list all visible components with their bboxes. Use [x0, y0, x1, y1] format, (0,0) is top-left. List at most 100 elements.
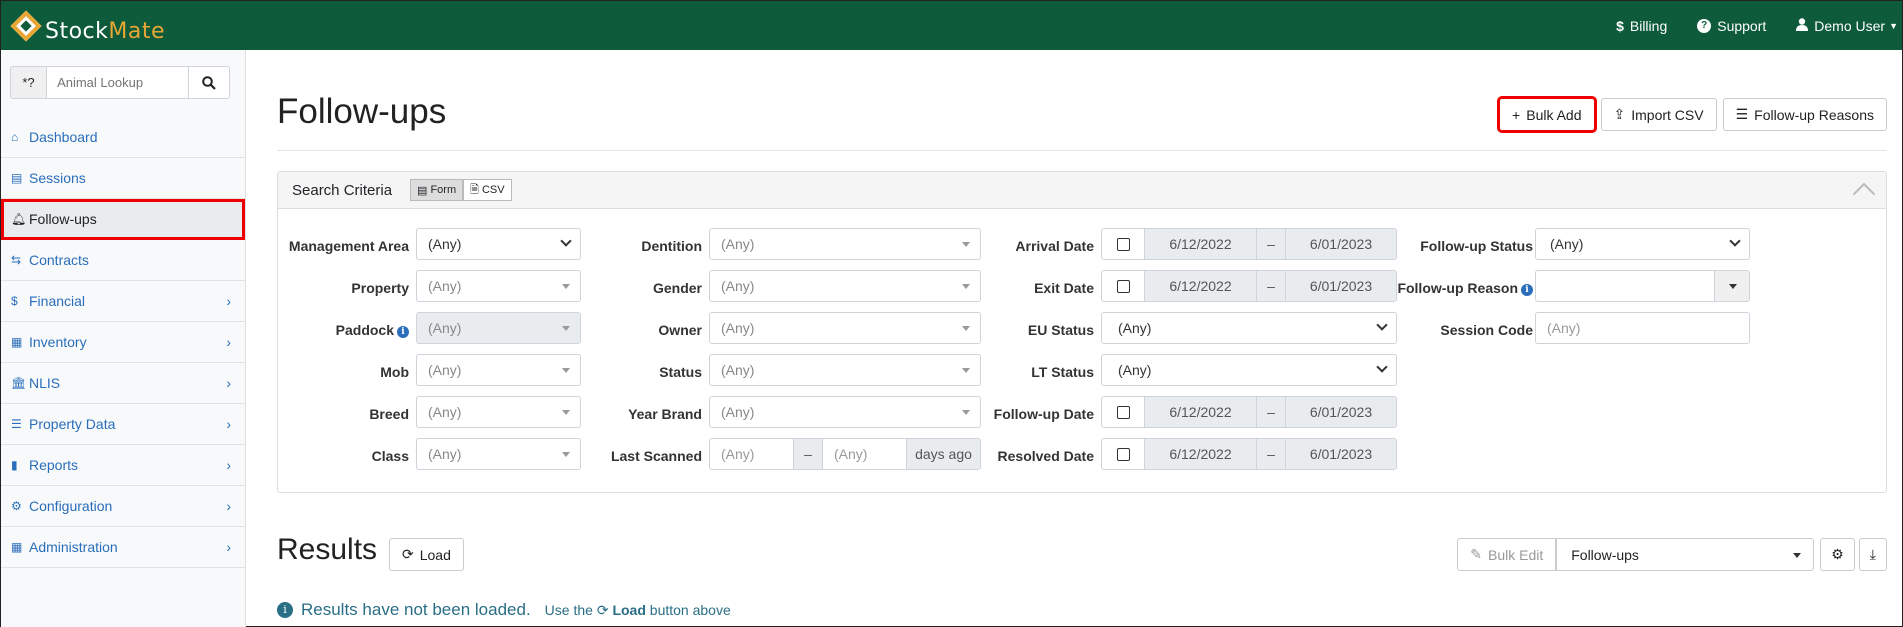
range-dash: – [1256, 228, 1286, 260]
breed-select[interactable]: (Any) [416, 396, 581, 428]
management-area-select[interactable]: (Any) [416, 228, 581, 260]
nav-user-menu[interactable]: Demo User ▼ [1796, 18, 1898, 34]
info-icon[interactable]: i [1521, 284, 1533, 296]
form-icon: ▤ [417, 184, 428, 197]
arrival-date-checkbox[interactable] [1101, 228, 1145, 260]
follow-up-reason-select[interactable] [1535, 270, 1715, 302]
class-select[interactable]: (Any) [416, 438, 581, 470]
bar-chart-icon: ▮ [11, 458, 18, 472]
follow-up-date-to[interactable]: 6/01/2023 [1285, 396, 1397, 428]
lookup-search-button[interactable] [189, 66, 230, 99]
csv-tab[interactable]: 🗎︎ CSV [463, 179, 512, 201]
load-button[interactable]: ⟳ Load [389, 538, 464, 571]
brand-name: StockMate [45, 19, 166, 44]
top-navbar: StockMate $ Billing ? Support Demo User ▼ [1, 1, 1902, 50]
home-icon: ⌂ [11, 130, 19, 144]
nav-support[interactable]: ? Support [1697, 18, 1766, 34]
follow-up-reasons-button[interactable]: ☰ Follow-up Reasons [1722, 98, 1887, 131]
stockmate-logo-icon [9, 9, 43, 43]
session-code-input[interactable]: (Any) [1535, 312, 1750, 344]
year-brand-select[interactable]: (Any) [709, 396, 981, 428]
import-csv-button[interactable]: ⇪ Import CSV [1600, 98, 1717, 131]
bulk-edit-button[interactable]: ✎ Bulk Edit [1457, 538, 1557, 571]
info-icon[interactable]: i [397, 326, 409, 338]
collapse-chevron-icon[interactable] [1852, 182, 1876, 206]
view-select[interactable]: Follow-ups [1556, 538, 1815, 571]
boxes-icon: ▦ [11, 335, 23, 349]
eu-status-label: EU Status [1027, 322, 1094, 338]
last-scanned-from-input[interactable]: (Any) [709, 438, 794, 470]
settings-button[interactable]: ⚙ [1820, 538, 1855, 571]
follow-up-date-from[interactable]: 6/12/2022 [1144, 396, 1257, 428]
file-icon: 🗎︎ [470, 183, 479, 196]
sidebar-item-sessions[interactable]: ▤ Sessions [1, 158, 245, 199]
sidebar-item-dashboard[interactable]: ⌂ Dashboard [1, 117, 245, 158]
form-tab[interactable]: ▤ Form [410, 179, 464, 201]
sidebar-item-configuration[interactable]: ⚙ Configuration › [1, 486, 245, 527]
gear-icon: ⚙ [1831, 546, 1844, 562]
sidebar-item-property-data[interactable]: ☰ Property Data › [1, 404, 245, 445]
status-select[interactable]: (Any) [709, 354, 981, 386]
chevron-right-icon: › [226, 457, 231, 473]
sidebar-item-contracts[interactable]: ⇆ Contracts [1, 240, 245, 281]
chevron-right-icon: › [226, 293, 231, 309]
sidebar-item-financial[interactable]: $ Financial › [1, 281, 245, 322]
results-status-message: i Results have not been loaded. Use the … [277, 600, 731, 620]
brand-logo[interactable]: StockMate [9, 1, 165, 50]
resolved-date-to[interactable]: 6/01/2023 [1285, 438, 1397, 470]
gear-icon: ⚙ [11, 499, 22, 513]
resolved-date-from[interactable]: 6/12/2022 [1144, 438, 1257, 470]
resolved-date-label: Resolved Date [997, 448, 1094, 464]
refresh-icon: ⟳ [402, 546, 414, 562]
plus-icon: + [1512, 106, 1521, 123]
nav-billing[interactable]: $ Billing [1616, 18, 1667, 34]
exit-date-checkbox[interactable] [1101, 270, 1145, 302]
animal-lookup-input[interactable] [47, 66, 190, 99]
follow-up-date-checkbox[interactable] [1101, 396, 1145, 428]
results-title: Results [277, 533, 378, 566]
user-icon [1796, 17, 1809, 34]
resolved-date-checkbox[interactable] [1101, 438, 1145, 470]
org-icon: ▦ [11, 540, 23, 554]
lt-status-select[interactable]: (Any) [1101, 354, 1397, 386]
follow-up-status-label: Follow-up Status [1420, 238, 1533, 254]
sliders-icon: ☰ [11, 417, 22, 431]
sidebar-item-inventory[interactable]: ▦ Inventory › [1, 322, 245, 363]
bulk-add-button[interactable]: + Bulk Add [1497, 96, 1597, 133]
follow-up-reason-label: Follow-up Reason i [1378, 280, 1533, 296]
exit-date-from[interactable]: 6/12/2022 [1144, 270, 1257, 302]
owner-label: Owner [658, 322, 702, 338]
dentition-select[interactable]: (Any) [709, 228, 981, 260]
page-title: Follow-ups [277, 92, 447, 131]
list-icon: ☰ [1735, 106, 1749, 122]
wildcard-toggle[interactable]: *? [10, 66, 48, 99]
sidebar-item-reports[interactable]: ▮ Reports › [1, 445, 245, 486]
last-scanned-to-input[interactable]: (Any) [822, 438, 907, 470]
download-button[interactable]: ⤓ [1858, 538, 1887, 571]
arrival-date-from[interactable]: 6/12/2022 [1144, 228, 1257, 260]
mob-label: Mob [380, 364, 409, 380]
inline-load-link[interactable]: Load [612, 602, 645, 618]
divider [277, 150, 1887, 151]
mob-select[interactable]: (Any) [416, 354, 581, 386]
sidebar-item-administration[interactable]: ▦ Administration › [1, 527, 245, 568]
follow-up-status-select[interactable]: (Any) [1535, 228, 1750, 260]
caret-down-icon [1793, 553, 1802, 558]
arrival-date-to[interactable]: 6/01/2023 [1285, 228, 1397, 260]
exit-date-label: Exit Date [1034, 280, 1094, 296]
chevron-right-icon: › [226, 416, 231, 432]
property-select[interactable]: (Any) [416, 270, 581, 302]
question-circle-icon: ? [1697, 18, 1712, 33]
form-csv-toggle: ▤ Form 🗎︎ CSV [410, 179, 512, 201]
search-icon [202, 75, 216, 90]
class-label: Class [371, 448, 409, 464]
follow-up-reason-dropdown-button[interactable] [1714, 270, 1750, 302]
paddock-select[interactable]: (Any) [416, 312, 581, 344]
range-dash: – [1256, 396, 1286, 428]
sidebar-item-follow-ups[interactable]: 🔔︎ Follow-ups [1, 199, 245, 240]
eu-status-select[interactable]: (Any) [1101, 312, 1397, 344]
search-criteria-header[interactable]: Search Criteria ▤ Form 🗎︎ CSV [278, 172, 1886, 209]
sidebar-item-nlis[interactable]: 🏛︎ NLIS › [1, 363, 245, 404]
owner-select[interactable]: (Any) [709, 312, 981, 344]
gender-select[interactable]: (Any) [709, 270, 981, 302]
